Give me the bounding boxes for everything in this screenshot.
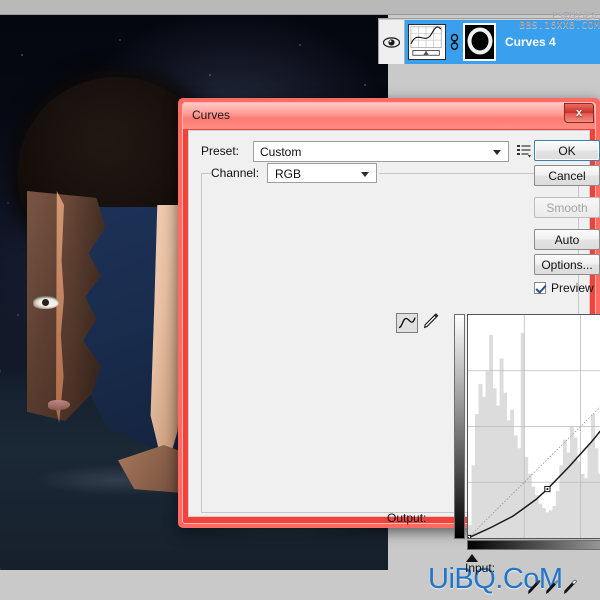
layer-name-label: Curves 4	[505, 35, 556, 49]
ok-button[interactable]: OK	[534, 140, 600, 161]
preset-row: Preset: Custom	[201, 141, 579, 163]
pencil-tool-glyph	[424, 313, 439, 329]
dialog-body: Preset: Custom Channel: RGB Output: Inpu…	[188, 130, 600, 594]
watermark-top-url: BBS.16XX8.COM	[519, 20, 600, 31]
watermark-top: PS教程论坛 BBS.16XX8.COM	[491, 12, 600, 31]
chevron-down-icon	[493, 150, 501, 155]
curves-dialog: Curves x Preset: Custom Channel: RGB Out…	[178, 98, 600, 594]
link-icon[interactable]	[450, 33, 459, 51]
eyedropper-group	[526, 576, 582, 596]
preview-checkbox[interactable]: Preview	[534, 281, 594, 295]
curves-thumbnail-icon[interactable]	[408, 24, 446, 60]
pencil-tool-icon[interactable]	[421, 313, 443, 333]
output-gradient-bar	[454, 314, 465, 539]
channel-value: RGB	[275, 167, 302, 181]
layer-visibility-toggle[interactable]	[379, 20, 405, 64]
preview-label: Preview	[551, 281, 594, 295]
gray-point-eyedropper-icon	[546, 580, 559, 594]
channel-label: Channel:	[211, 166, 260, 180]
curves-graph[interactable]	[454, 314, 600, 562]
watermark-top-cn: PS教程论坛	[551, 12, 600, 21]
close-icon[interactable]: x	[564, 103, 594, 123]
input-gradient-bar	[467, 540, 600, 550]
chevron-down-icon	[361, 172, 369, 177]
input-label: Input:	[465, 561, 496, 575]
options-button[interactable]: Options...	[534, 254, 600, 275]
white-point-eyedropper-icon	[564, 579, 577, 594]
preset-menu-icon[interactable]	[517, 144, 531, 158]
output-label: Output:	[387, 511, 427, 525]
smooth-button: Smooth	[534, 197, 600, 218]
curve-tool-glyph	[398, 317, 416, 329]
curve-tool-icon[interactable]	[396, 313, 418, 333]
artwork-eye	[33, 296, 59, 309]
channel-dropdown[interactable]: RGB	[267, 163, 377, 183]
curves-thumbnail-graphic	[410, 26, 442, 56]
screenshot-root: Curves 4 PS教程论坛 BBS.16XX8.COM UiBQ.CoM C…	[0, 0, 600, 600]
curve-plot-area[interactable]	[467, 314, 600, 539]
preset-dropdown[interactable]: Custom	[253, 141, 509, 162]
dialog-title: Curves	[192, 108, 231, 122]
eyedroppers-svg[interactable]	[526, 576, 582, 596]
curve-plot-svg[interactable]	[468, 315, 600, 538]
checkbox-box[interactable]	[534, 282, 546, 294]
auto-button[interactable]: Auto	[534, 229, 600, 250]
group-frame-top-left	[201, 173, 211, 174]
cancel-button[interactable]: Cancel	[534, 165, 600, 186]
dialog-titlebar[interactable]: Curves x	[183, 103, 595, 129]
black-point-eyedropper-icon	[528, 580, 541, 594]
preset-value: Custom	[260, 145, 302, 159]
preset-label: Preset:	[201, 144, 240, 158]
eye-icon	[383, 36, 400, 48]
